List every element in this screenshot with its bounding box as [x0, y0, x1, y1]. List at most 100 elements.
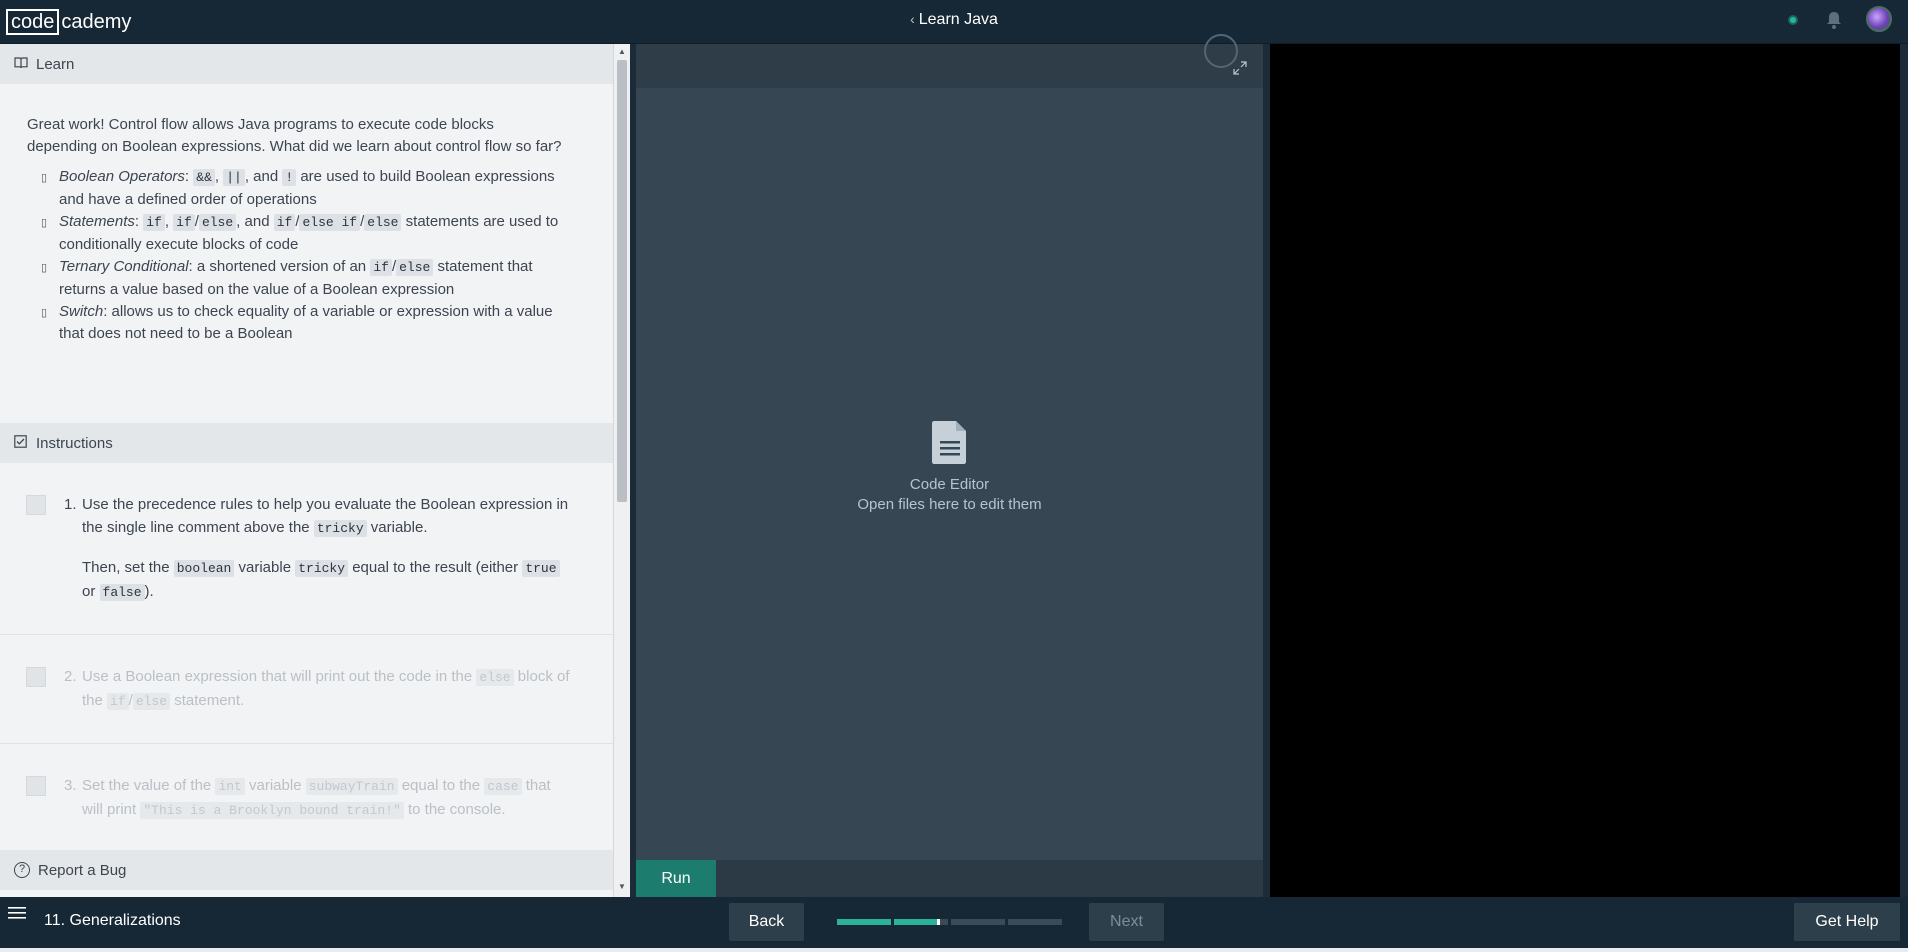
inline-code: int — [215, 778, 245, 795]
inline-code: ! — [282, 169, 297, 186]
learn-header[interactable]: Learn — [0, 44, 613, 84]
step-checkbox[interactable] — [26, 495, 46, 515]
inline-code: if — [370, 259, 392, 276]
scroll-down-icon[interactable]: ▼ — [618, 882, 626, 891]
scroll-up-icon[interactable]: ▲ — [618, 47, 626, 56]
inline-code: if — [143, 214, 165, 231]
step-segment: variable — [238, 559, 292, 576]
expand-icon[interactable] — [1232, 60, 1248, 76]
bottom-bar: 11. Generalizations Back Next Get Help — [0, 897, 1908, 952]
inline-code: && — [193, 169, 215, 186]
step-segment: equal to the result (either — [352, 559, 519, 576]
question-icon: ? — [14, 862, 30, 878]
bullet-term: Boolean Operators — [59, 168, 185, 185]
run-bar: Run — [636, 860, 1263, 897]
step-segment: equal to the — [401, 777, 481, 794]
chevron-left-icon: ‹ — [910, 11, 915, 27]
step-segment: to the console. — [407, 801, 506, 818]
step-segment: variable. — [370, 519, 428, 536]
progress-segment — [1008, 919, 1062, 925]
editor-tab-bar — [636, 44, 1263, 88]
lesson-scrollbar[interactable]: ▲ ▼ — [613, 44, 630, 897]
inline-code: || — [223, 169, 245, 186]
file-icon — [931, 421, 966, 464]
bell-icon[interactable] — [1826, 11, 1842, 29]
step-text: Use a Boolean expression that will print… — [82, 668, 570, 710]
step-segment: statement. — [174, 692, 245, 709]
bullet-term: Ternary Conditional — [59, 258, 189, 275]
inline-code: subwayTrain — [305, 778, 398, 795]
inline-code: if — [273, 214, 296, 231]
progress-segment — [837, 919, 891, 925]
bullet-term: Statements — [59, 213, 135, 230]
course-title: Learn Java — [918, 11, 998, 28]
list-item: Boolean Operators: &&, ||, and ! are use… — [41, 166, 567, 211]
inline-code: "This is a Brooklyn bound train!" — [140, 802, 404, 819]
code-editor-panel: Code Editor Open files here to edit them… — [636, 34, 1263, 897]
step-segment: Set the value of the — [82, 777, 212, 794]
progress-segment — [894, 919, 948, 925]
inline-code: true — [522, 560, 560, 577]
output-console — [1270, 44, 1900, 897]
step-number: 2. — [64, 668, 77, 685]
scrollbar-thumb[interactable] — [617, 60, 627, 502]
taskbar-strip — [0, 948, 1908, 952]
lesson-panel: Learn Great work! Control flow allows Ja… — [0, 44, 613, 897]
avatar[interactable] — [1866, 6, 1892, 32]
get-help-button[interactable]: Get Help — [1794, 903, 1900, 941]
inline-code: else — [198, 214, 237, 231]
learn-intro: Great work! Control flow allows Java pro… — [27, 116, 562, 155]
list-item: Switch: allows us to check equality of a… — [41, 301, 567, 345]
step-number: 3. — [64, 777, 77, 794]
step-segment: variable — [249, 777, 302, 794]
inline-code: if — [107, 693, 129, 710]
run-button[interactable]: Run — [636, 860, 716, 897]
progress-segment — [951, 919, 1005, 925]
inline-code: else — [476, 669, 514, 686]
progress-bar — [837, 919, 1062, 925]
instruction-step: 3. Set the value of the int variable sub… — [0, 744, 613, 853]
step-segment: Use a Boolean expression that will print… — [82, 668, 473, 685]
inline-code: false — [99, 584, 145, 601]
inline-code: else — [132, 693, 171, 710]
bullet-text: allows us to check equality of a variabl… — [59, 303, 553, 342]
step-checkbox[interactable] — [26, 776, 46, 796]
instruction-step: 1. Use the precedence rules to help you … — [0, 463, 613, 635]
learn-content: Great work! Control flow allows Java pro… — [0, 84, 613, 345]
inline-code: tricky — [295, 560, 349, 577]
editor-placeholder-title: Code Editor — [909, 476, 990, 493]
report-bug-label: Report a Bug — [38, 861, 127, 879]
inline-code: if — [173, 214, 195, 231]
report-bug-button[interactable]: ? Report a Bug — [0, 850, 613, 890]
learn-bullet-list: Boolean Operators: &&, ||, and ! are use… — [41, 166, 567, 345]
learn-section: Learn Great work! Control flow allows Ja… — [0, 44, 613, 423]
bullet-term: Switch — [59, 303, 104, 320]
instructions-header-label: Instructions — [36, 434, 113, 452]
step-segment: ). — [144, 583, 154, 600]
step-text: Set the value of the int variable subway… — [82, 774, 573, 822]
next-button[interactable]: Next — [1089, 903, 1164, 941]
lesson-title[interactable]: 11. Generalizations — [44, 912, 181, 930]
step-segment: Then, set the — [82, 559, 170, 576]
editor-placeholder: Code Editor Open files here to edit them — [636, 419, 1263, 515]
inline-code: else if — [299, 214, 361, 231]
step-checkbox[interactable] — [26, 667, 46, 687]
book-icon — [14, 56, 28, 72]
instruction-step: 2. Use a Boolean expression that will pr… — [0, 635, 613, 744]
step-number: 1. — [64, 496, 77, 513]
inline-code: else — [364, 214, 402, 231]
instructions-header[interactable]: Instructions — [0, 423, 613, 463]
course-title-link[interactable]: ‹ Learn Java — [0, 11, 1908, 29]
status-dot-icon — [1788, 15, 1798, 25]
inline-code: tricky — [313, 520, 367, 537]
checkbox-icon — [14, 435, 28, 451]
step-text: Then, set the boolean variable tricky eq… — [82, 556, 573, 604]
inline-code: case — [484, 778, 522, 795]
inline-code: else — [396, 259, 434, 276]
editor-placeholder-subtitle: Open files here to edit them — [857, 496, 1042, 513]
menu-icon[interactable] — [8, 906, 26, 920]
learn-header-label: Learn — [36, 55, 75, 73]
bullet-text: a shortened version of an — [196, 258, 367, 275]
list-item: Statements: if, if/else, and if/else if/… — [41, 211, 567, 256]
back-button[interactable]: Back — [729, 903, 804, 941]
